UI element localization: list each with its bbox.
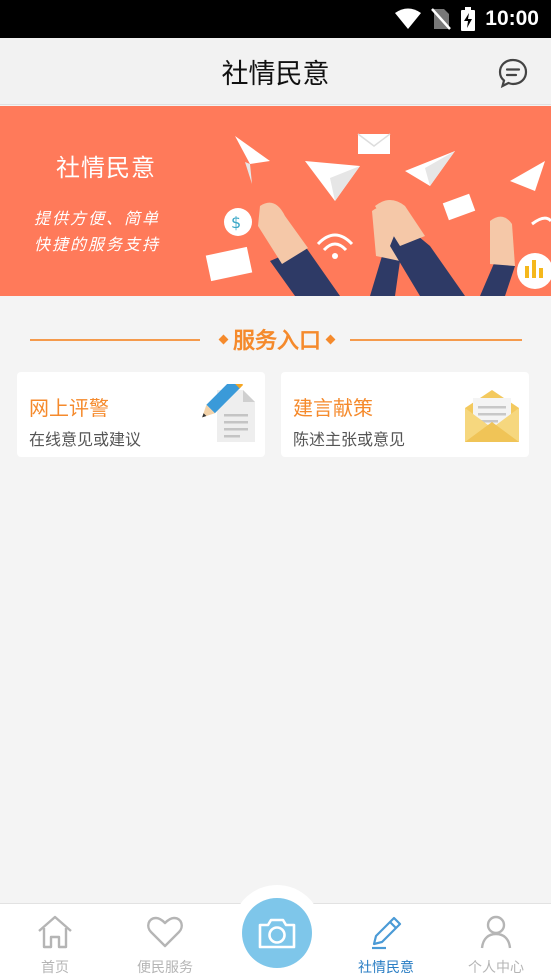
page-title: 社情民意: [221, 59, 330, 90]
status-bar: 10:00: [0, 0, 551, 38]
tab-label: 个人中心: [468, 960, 524, 976]
service-card-online-review[interactable]: 网上评警 在线意见或建议: [17, 372, 265, 457]
status-time: 10:00: [485, 7, 539, 30]
tab-label: 社情民意: [358, 960, 414, 976]
app-header: 社情民意: [0, 38, 551, 105]
diamond-icon: [218, 334, 229, 344]
envelope-icon: [465, 390, 519, 442]
card-title: 建言献策: [293, 396, 373, 420]
pencil-icon: [372, 916, 402, 950]
banner-illustration: $: [205, 133, 551, 296]
wifi-icon: [395, 8, 422, 29]
heart-icon: [147, 916, 183, 948]
tab-label: 首页: [41, 960, 69, 976]
svg-text:$: $: [231, 213, 241, 232]
pencil-document-icon: [202, 384, 255, 442]
card-description: 在线意见或建议: [29, 430, 142, 449]
section-title: 服务入口: [232, 329, 321, 354]
banner-subtitle: 提供方便、简单 快捷的服务支持: [34, 206, 184, 258]
divider-line: [350, 339, 522, 341]
home-icon: [38, 915, 72, 949]
service-card-suggestions[interactable]: 建言献策 陈述主张或意见: [281, 372, 529, 457]
battery-charging-icon: [461, 7, 476, 31]
card-description: 陈述主张或意见: [293, 430, 406, 449]
tab-personal-center[interactable]: 个人中心: [441, 904, 551, 979]
diamond-icon: [325, 334, 336, 344]
tab-public-opinion[interactable]: 社情民意: [331, 904, 441, 979]
banner-subtitle-line1: 提供方便、简单: [34, 209, 161, 228]
tab-label: 便民服务: [137, 960, 193, 976]
camera-button[interactable]: [242, 898, 312, 968]
card-title: 网上评警: [29, 396, 109, 420]
camera-icon: [258, 918, 296, 949]
tab-convenience-services[interactable]: 便民服务: [110, 904, 220, 979]
banner-subtitle-line2: 快捷的服务支持: [34, 235, 161, 254]
no-sim-icon: [431, 8, 452, 30]
divider-line: [30, 339, 200, 341]
section-header: 服务入口: [30, 322, 522, 356]
message-icon[interactable]: [497, 57, 529, 89]
banner[interactable]: 社情民意 提供方便、简单 快捷的服务支持 $: [0, 106, 551, 296]
person-icon: [480, 915, 512, 949]
banner-title: 社情民意: [56, 154, 156, 182]
tab-home[interactable]: 首页: [0, 904, 110, 979]
